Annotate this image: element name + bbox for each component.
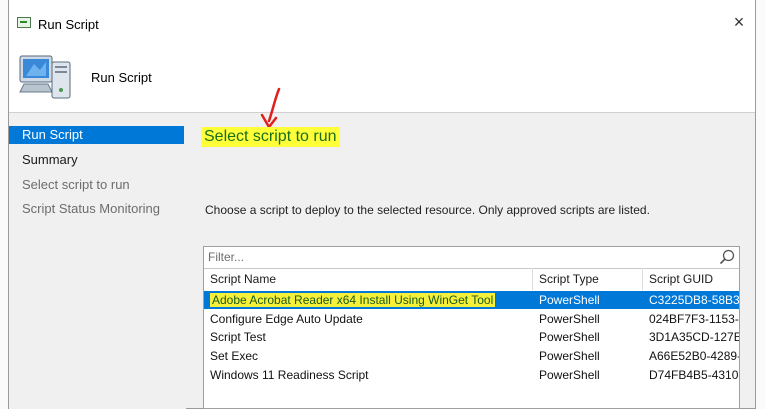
window-title: Run Script — [38, 17, 99, 32]
script-guid-cell: 024BF7F3-1153-4 — [649, 312, 739, 326]
wizard-content: Select script to run Choose a script to … — [186, 87, 755, 409]
script-name-text: Adobe Acrobat Reader x64 Install Using W… — [210, 293, 496, 307]
wizard-header: Run Script — [9, 48, 755, 113]
script-type-cell: PowerShell — [539, 368, 600, 382]
script-guid-cell: 3D1A35CD-127E- — [649, 330, 739, 344]
script-type-cell: PowerShell — [539, 330, 600, 344]
table-row[interactable]: Set Exec PowerShell A66E52B0-4289-4 — [204, 347, 739, 365]
script-type-cell: PowerShell — [539, 349, 600, 363]
magnifier-icon[interactable] — [719, 249, 735, 265]
script-name-cell: Set Exec — [210, 349, 259, 363]
column-header-script-type[interactable]: Script Type — [533, 268, 643, 290]
script-name-cell: Windows 11 Readiness Script — [210, 368, 369, 382]
sidebar-item-select-script: Select script to run — [22, 177, 130, 192]
page-title: Select script to run — [201, 127, 340, 147]
run-script-app-icon — [17, 17, 31, 28]
table-row[interactable]: Configure Edge Auto Update PowerShell 02… — [204, 310, 739, 328]
filter-bar — [204, 247, 739, 269]
column-header-label: Script GUID — [649, 272, 714, 286]
script-name-cell: Adobe Acrobat Reader x64 Install Using W… — [204, 291, 533, 309]
sidebar-item-run-script[interactable]: Run Script — [9, 126, 184, 144]
column-header-script-guid[interactable]: Script GUID — [643, 268, 739, 290]
wizard-sidebar: Run Script Summary Select script to run … — [9, 113, 186, 409]
script-list: Script Name Script Type Script GUID Adob… — [203, 246, 740, 409]
script-name-cell: Configure Edge Auto Update — [210, 312, 363, 326]
run-script-dialog: Run Script × Run Script Run Script Summa… — [8, 0, 756, 409]
script-guid-cell: A66E52B0-4289-4 — [649, 349, 739, 363]
script-name-cell: Script Test — [210, 330, 266, 344]
computer-icon — [19, 55, 71, 99]
sidebar-item-summary[interactable]: Summary — [9, 151, 184, 169]
header-title: Run Script — [91, 70, 152, 85]
background-window-left — [0, 0, 8, 409]
instructions-text: Choose a script to deploy to the selecte… — [205, 203, 650, 217]
close-button[interactable]: × — [727, 10, 751, 34]
column-header-label: Script Type — [539, 272, 599, 286]
table-row[interactable]: Script Test PowerShell 3D1A35CD-127E- — [204, 328, 739, 346]
script-type-cell: PowerShell — [539, 293, 600, 307]
column-header-label: Script Name — [210, 272, 277, 286]
title-bar: Run Script × — [9, 0, 755, 48]
script-guid-cell: D74FB4B5-4310-4 — [649, 368, 739, 382]
filter-input[interactable] — [208, 249, 708, 265]
sidebar-item-script-status-monitoring: Script Status Monitoring — [22, 201, 161, 216]
table-row[interactable]: Windows 11 Readiness Script PowerShell D… — [204, 366, 739, 384]
script-type-cell: PowerShell — [539, 312, 600, 326]
column-header-script-name[interactable]: Script Name — [204, 268, 533, 290]
script-guid-cell: C3225DB8-58B3-4 — [649, 293, 739, 307]
table-row[interactable]: Adobe Acrobat Reader x64 Install Using W… — [204, 291, 739, 309]
